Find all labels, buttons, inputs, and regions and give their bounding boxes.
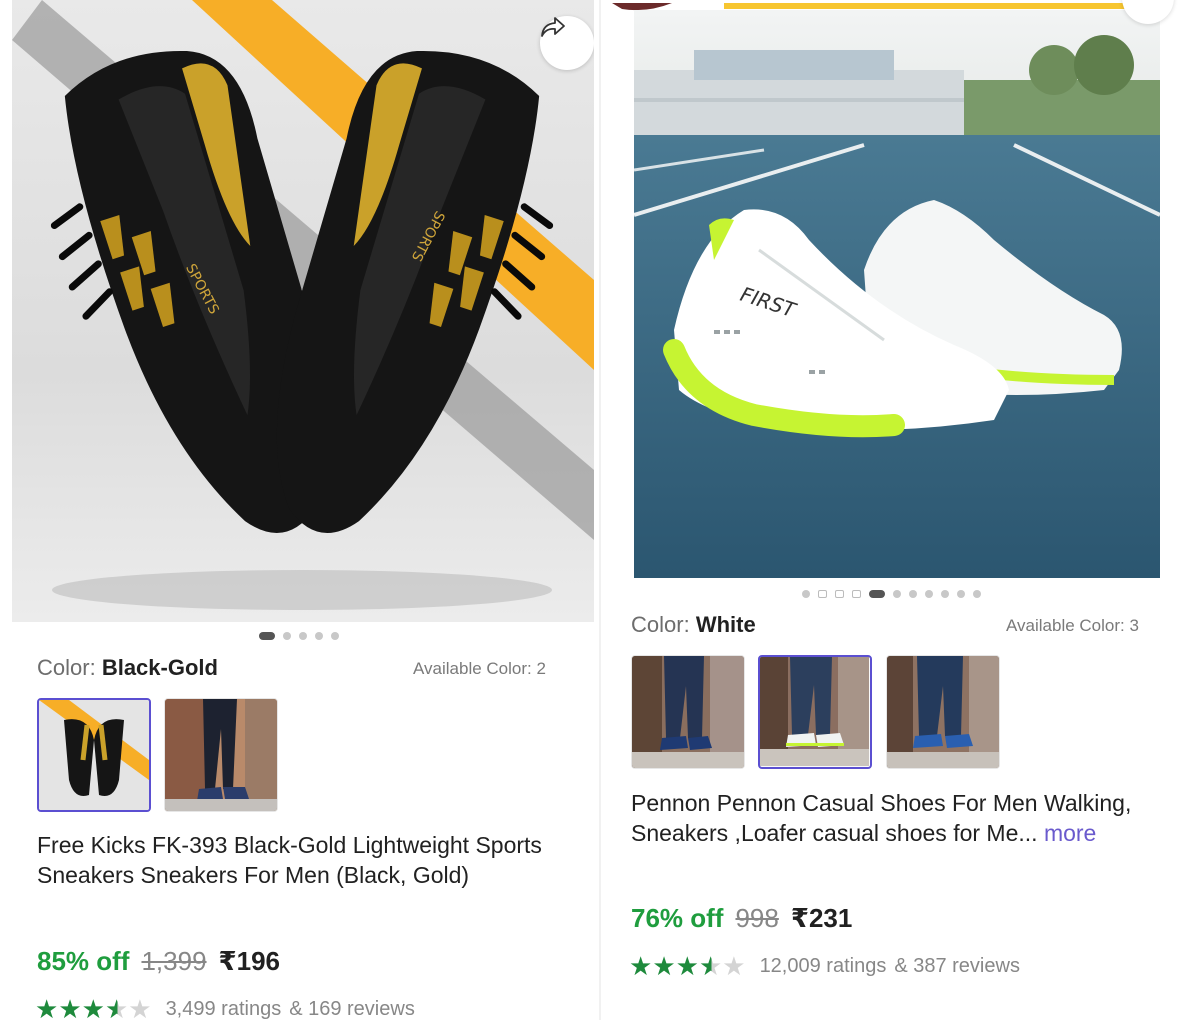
carousel-dot[interactable] [315, 632, 323, 640]
rating-row[interactable]: ★ ★ ★ ★ ★ 3,499 ratings & 169 reviews [35, 996, 415, 1020]
video-dot[interactable] [852, 590, 861, 598]
rating-stars: ★ ★ ★ ★ ★ [629, 953, 746, 979]
image-carousel-dots-right[interactable] [802, 590, 981, 598]
video-dot[interactable] [835, 590, 844, 598]
star-icon: ★ [81, 994, 105, 1020]
star-empty-icon: ★ [128, 994, 152, 1020]
carousel-dot[interactable] [925, 590, 933, 598]
color-thumbnail-navy[interactable] [631, 655, 745, 769]
star-icon: ★ [35, 994, 59, 1020]
color-label: Color: [37, 655, 96, 680]
share-icon [541, 17, 565, 37]
ratings-count: 3,499 ratings [165, 997, 282, 1020]
star-empty-icon: ★ [722, 951, 746, 981]
product-card-left: SPORTS SPORTS Color: Black-Gold Availabl… [0, 0, 600, 1020]
star-icon: ★ [675, 951, 699, 981]
carousel-dot[interactable] [893, 590, 901, 598]
selling-price: ₹196 [218, 946, 281, 976]
carousel-dot[interactable] [331, 632, 339, 640]
product-title[interactable]: Free Kicks FK-393 Black-Gold Lightweight… [37, 830, 557, 890]
color-label: Color: [631, 612, 690, 637]
share-button[interactable] [540, 16, 594, 70]
carousel-dot[interactable] [259, 632, 275, 640]
star-half-icon: ★ [698, 951, 723, 981]
available-colors: Available Color: 2 [413, 659, 546, 678]
carousel-dot[interactable] [957, 590, 965, 598]
rating-row-right[interactable]: ★ ★ ★ ★ ★ 12,009 ratings & 387 reviews [629, 953, 1020, 979]
color-value: Black-Gold [101, 655, 218, 680]
color-selection: Color: Black-Gold [37, 655, 218, 681]
color-thumbnail-white[interactable] [758, 655, 872, 769]
top-banner-edge [612, 0, 1192, 11]
product-image-white[interactable]: FIRST [634, 10, 1160, 578]
discount-percent: 76% off [631, 903, 724, 933]
selling-price: ₹231 [790, 903, 853, 933]
price-row: 85% off 1,399 ₹196 [37, 946, 280, 977]
reviews-count: & 169 reviews [289, 997, 415, 1020]
carousel-dot[interactable] [973, 590, 981, 598]
carousel-dot[interactable] [869, 590, 885, 598]
rating-stars: ★ ★ ★ ★ ★ [35, 996, 152, 1020]
color-value: White [695, 612, 756, 637]
carousel-dot[interactable] [941, 590, 949, 598]
product-title-right[interactable]: Pennon Pennon Casual Shoes For Men Walki… [631, 788, 1151, 848]
carousel-dot[interactable] [802, 590, 810, 598]
image-carousel-dots[interactable] [259, 632, 339, 640]
star-icon: ★ [58, 994, 82, 1020]
star-icon: ★ [652, 951, 676, 981]
video-dot[interactable] [818, 590, 827, 598]
star-half-icon: ★ [104, 994, 129, 1020]
carousel-dot[interactable] [909, 590, 917, 598]
panel-divider [599, 0, 601, 1020]
available-colors-right: Available Color: 3 [1006, 616, 1139, 635]
color-thumbnail-lifestyle[interactable] [164, 698, 278, 812]
reviews-count: & 387 reviews [894, 954, 1020, 977]
ratings-count: 12,009 ratings [759, 954, 887, 977]
more-link[interactable]: more [1044, 820, 1096, 846]
product-image-black-gold[interactable]: SPORTS SPORTS [12, 0, 594, 622]
color-thumbnail-black-gold[interactable] [37, 698, 151, 812]
star-icon: ★ [629, 951, 653, 981]
carousel-dot[interactable] [299, 632, 307, 640]
color-thumbnail-blue[interactable] [886, 655, 1000, 769]
mrp-price: 998 [735, 903, 779, 933]
discount-percent: 85% off [37, 946, 130, 976]
price-row-right: 76% off 998 ₹231 [631, 903, 852, 934]
mrp-price: 1,399 [141, 946, 207, 976]
color-selection-right: Color: White [631, 612, 756, 638]
carousel-dot[interactable] [283, 632, 291, 640]
